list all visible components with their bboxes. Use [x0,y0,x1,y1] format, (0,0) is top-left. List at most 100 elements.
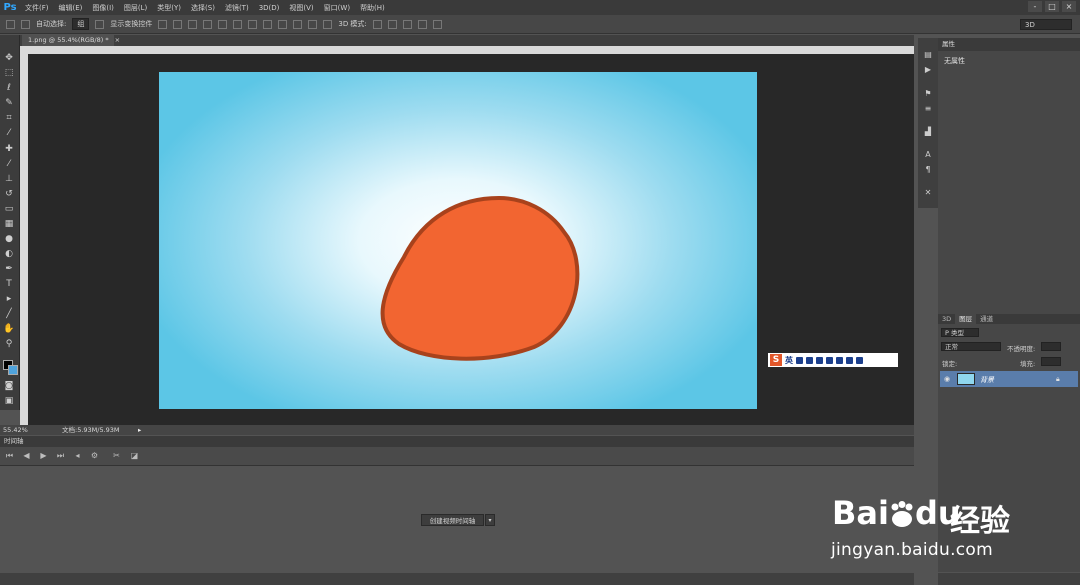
lasso-icon[interactable]: ℓ [3,82,15,94]
actions-panel-icon[interactable]: ▶ [922,64,934,76]
eraser-icon[interactable]: ▭ [3,203,15,215]
status-arrow-icon[interactable]: ▸ [138,425,141,435]
ime-voice-icon[interactable] [816,356,823,364]
hand-icon[interactable]: ✋ [3,323,15,335]
align-middle-icon[interactable] [173,19,183,29]
pen-icon[interactable]: ✒ [3,263,15,275]
ime-language-label[interactable]: 英 [785,355,793,366]
menu-filter[interactable]: 滤镜(T) [220,3,254,13]
first-frame-icon[interactable]: ⏮ [5,451,14,460]
show-transform-checkbox[interactable] [95,19,105,29]
background-color-swatch[interactable] [8,365,18,375]
ime-skin-icon[interactable] [846,356,853,364]
rotate-3d-icon[interactable] [372,19,382,29]
quick-mask-icon[interactable]: ◙ [3,380,15,392]
ime-user-icon[interactable] [836,356,843,364]
screen-mode-icon[interactable]: ▣ [3,395,15,407]
zoom-level[interactable]: 55.42% [3,425,28,435]
align-bottom-icon[interactable] [188,19,198,29]
align-right-icon[interactable] [233,19,243,29]
ime-tools-icon[interactable] [856,356,863,364]
properties-title[interactable]: 属性 [942,40,955,48]
type-icon[interactable]: T [3,278,15,290]
menu-image[interactable]: 图像(I) [87,3,119,13]
settings-gear-icon[interactable]: ⚙ [90,451,99,460]
menu-layer[interactable]: 图层(L) [119,3,152,13]
transition-icon[interactable]: ◪ [130,451,139,460]
layer-filter-select[interactable]: P 类型 [941,328,979,337]
history-brush-icon[interactable]: ↺ [3,188,15,200]
scissors-icon[interactable]: ✂ [112,451,121,460]
document-tab[interactable]: 1.png @ 55.4%(RGB/8) * × [22,35,120,46]
menu-window[interactable]: 窗口(W) [319,3,355,13]
distribute-left-icon[interactable] [293,19,303,29]
auto-select-checkbox[interactable] [21,19,30,29]
move-icon[interactable]: ✥ [3,52,15,64]
tab-3d[interactable]: 3D [938,314,955,324]
zoom-icon[interactable]: ⚲ [3,338,15,350]
tab-channels[interactable]: 通道 [976,314,997,324]
create-video-timeline-button[interactable]: 创建视频时间轴 [421,514,484,526]
distribute-top-icon[interactable] [248,19,258,29]
blend-mode-select[interactable]: 正常 [941,342,1001,351]
roll-3d-icon[interactable] [387,19,397,29]
next-frame-icon[interactable]: ⏭ [56,451,65,460]
menu-view[interactable]: 视图(V) [284,3,318,13]
healing-icon[interactable]: ✚ [3,143,15,155]
paragraph-panel-icon[interactable]: ¶ [922,164,934,176]
tools-preset-icon[interactable]: ✕ [922,187,934,199]
line-icon[interactable]: ╱ [3,308,15,320]
maximize-button[interactable]: □ [1045,1,1059,12]
menu-file[interactable]: 文件(F) [20,3,54,13]
stamp-icon[interactable]: ⊥ [3,173,15,185]
minimize-button[interactable]: - [1028,1,1042,12]
pan-3d-icon[interactable] [402,19,412,29]
adjustments-panel-icon[interactable]: ⚑ [922,88,934,100]
align-center-icon[interactable] [218,19,228,29]
move-tool-preset-icon[interactable] [6,19,15,29]
document-canvas[interactable] [159,72,757,409]
eye-icon[interactable]: ◉ [944,375,950,383]
styles-panel-icon[interactable]: ≡ [922,103,934,115]
create-timeline-dropdown[interactable]: ▾ [485,514,495,526]
menu-help[interactable]: 帮助(H) [355,3,390,13]
sogou-logo-icon[interactable]: S [770,354,782,366]
history-panel-icon[interactable]: ▤ [922,49,934,61]
menu-type[interactable]: 类型(Y) [152,3,186,13]
path-select-icon[interactable]: ▸ [3,293,15,305]
opacity-input[interactable] [1041,342,1061,351]
distribute-center-icon[interactable] [308,19,318,29]
auto-select-dropdown[interactable]: 组 [72,18,90,30]
dodge-icon[interactable]: ◐ [3,248,15,260]
menu-3d[interactable]: 3D(D) [254,4,285,12]
ime-punct-icon[interactable] [796,356,803,364]
play-icon[interactable]: ▶ [39,451,48,460]
prev-frame-icon[interactable]: ◀ [22,451,31,460]
audio-icon[interactable]: ◂ [73,451,82,460]
character-panel-icon[interactable]: A [922,149,934,161]
quick-select-icon[interactable]: ✎ [3,97,15,109]
blur-icon[interactable]: ● [3,233,15,245]
distribute-bottom-icon[interactable] [278,19,288,29]
eyedropper-icon[interactable]: ⁄ [3,127,15,139]
tab-layers[interactable]: 图层 [955,314,977,324]
channels-panel-icon[interactable]: ▟ [922,126,934,138]
slide-3d-icon[interactable] [417,19,427,29]
ime-emoji-icon[interactable] [806,356,813,364]
document-close-icon[interactable]: × [111,36,120,44]
distribute-middle-icon[interactable] [263,19,273,29]
align-left-icon[interactable] [203,19,213,29]
fill-input[interactable] [1041,357,1061,366]
workspace-select[interactable]: 3D [1020,19,1072,30]
menu-select[interactable]: 选择(S) [186,3,220,13]
ime-keyboard-icon[interactable] [826,356,833,364]
layer-name[interactable]: 背景 [980,375,994,385]
distribute-right-icon[interactable] [323,19,333,29]
gradient-icon[interactable]: ▦ [3,218,15,230]
scale-3d-icon[interactable] [432,19,442,29]
timeline-title[interactable]: 时间轴 [4,437,24,445]
menu-edit[interactable]: 编辑(E) [54,3,88,13]
close-button[interactable]: × [1062,1,1076,12]
crop-icon[interactable]: ⌗ [3,112,15,124]
marquee-icon[interactable]: ⬚ [3,67,15,79]
